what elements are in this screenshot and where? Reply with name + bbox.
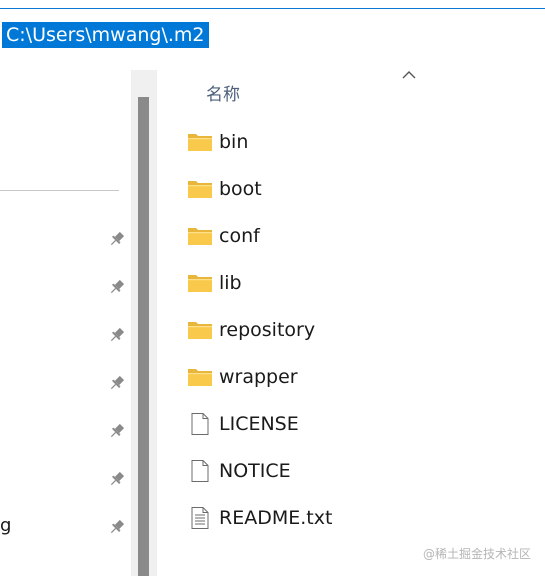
folder-icon [187, 272, 213, 294]
file-name: repository [219, 319, 316, 341]
column-header-name[interactable]: 名称 [206, 80, 240, 105]
file-row-notice[interactable]: NOTICE [187, 456, 527, 486]
nav-divider [0, 190, 119, 191]
pin-icon[interactable] [108, 518, 126, 536]
folder-icon [187, 319, 213, 341]
file-row-repository[interactable]: repository [187, 315, 527, 345]
nav-scrollbar[interactable] [131, 70, 157, 576]
folder-icon [187, 225, 213, 247]
pin-icon[interactable] [108, 374, 126, 392]
pin-icon[interactable] [108, 278, 126, 296]
navigation-pane: g [0, 50, 132, 576]
file-name: boot [219, 178, 262, 200]
file-name: README.txt [219, 507, 333, 529]
file-row-lib[interactable]: lib [187, 268, 527, 298]
file-list: 名称 bin boot conf lib repository wrapper LICENS… [157, 70, 545, 576]
file-name: bin [219, 131, 249, 153]
file-row-license[interactable]: LICENSE [187, 409, 527, 439]
file-name: conf [219, 225, 260, 247]
folder-icon [187, 366, 213, 388]
file-icon [187, 413, 213, 435]
file-row-readme-txt[interactable]: README.txt [187, 503, 527, 533]
pin-icon[interactable] [108, 470, 126, 488]
scrollbar-thumb[interactable] [138, 97, 149, 576]
file-name: LICENSE [219, 413, 299, 435]
pin-icon[interactable] [108, 230, 126, 248]
file-icon [187, 460, 213, 482]
address-bar-border [0, 8, 545, 9]
file-name: NOTICE [219, 460, 291, 482]
folder-icon [187, 178, 213, 200]
file-row-conf[interactable]: conf [187, 221, 527, 251]
pin-icon[interactable] [108, 326, 126, 344]
file-row-boot[interactable]: boot [187, 174, 527, 204]
file-name: wrapper [219, 366, 298, 388]
pin-icon[interactable] [108, 422, 126, 440]
folder-icon [187, 131, 213, 153]
address-bar[interactable]: C:\Users\mwang\.m2 [0, 0, 545, 50]
address-path-selected[interactable]: C:\Users\mwang\.m2 [2, 22, 209, 48]
file-row-bin[interactable]: bin [187, 127, 527, 157]
file-name: lib [219, 272, 242, 294]
sort-ascending-icon[interactable] [401, 70, 417, 80]
nav-item-label-truncated[interactable]: g [0, 515, 11, 536]
file-row-wrapper[interactable]: wrapper [187, 362, 527, 392]
watermark: @稀土掘金技术社区 [422, 547, 531, 561]
text-file-icon [187, 507, 213, 529]
